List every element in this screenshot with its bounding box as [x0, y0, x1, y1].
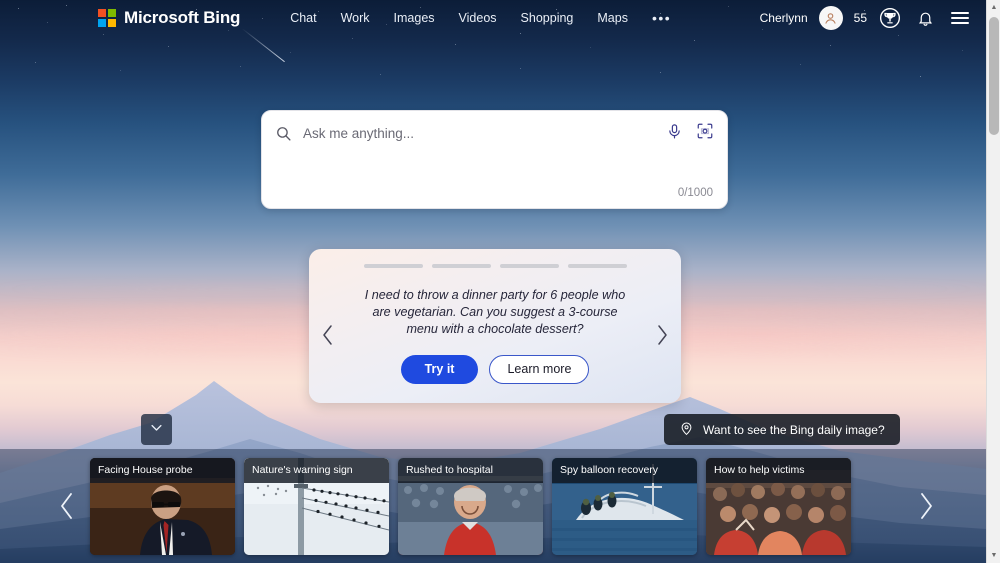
news-carousel: Facing House probe Nature's warning sign… [0, 449, 986, 563]
hamburger-icon[interactable] [948, 6, 972, 30]
news-card-title: How to help victims [706, 457, 851, 483]
suggestion-buttons: Try it Learn more [400, 354, 590, 384]
nav-item-shopping[interactable]: Shopping [521, 11, 574, 25]
suggestion-body: I need to throw a dinner party for 6 peo… [309, 268, 681, 404]
search-actions [666, 122, 714, 145]
microsoft-logo-icon [98, 9, 116, 27]
news-card[interactable]: Spy balloon recovery [552, 457, 697, 555]
news-card-title: Spy balloon recovery [552, 457, 697, 483]
suggestion-content: I need to throw a dinner party for 6 peo… [347, 287, 643, 384]
search-box[interactable]: 0/1000 [261, 110, 728, 209]
user-avatar-icon[interactable] [818, 6, 843, 30]
nav-item-videos[interactable]: Videos [459, 11, 497, 25]
rewards-points-count: 55 [853, 11, 867, 25]
nav-item-maps[interactable]: Maps [597, 11, 628, 25]
scroll-down-arrow-icon[interactable]: ▼ [987, 548, 1000, 563]
search-input-row [262, 111, 727, 145]
news-card-title: Rushed to hospital [398, 457, 543, 483]
character-counter: 0/1000 [677, 187, 713, 199]
location-pin-icon [679, 421, 694, 439]
scroll-up-arrow-icon[interactable]: ▲ [987, 0, 1000, 15]
try-it-button[interactable]: Try it [400, 354, 479, 384]
nav-more-icon[interactable]: ••• [652, 11, 671, 25]
header-right-cluster: Cherlynn 55 [760, 6, 972, 30]
chevron-right-icon[interactable] [643, 324, 681, 346]
bell-icon[interactable] [913, 6, 937, 30]
news-card-title: Nature's warning sign [244, 457, 389, 483]
search-input[interactable] [295, 126, 666, 141]
nav-item-chat[interactable]: Chat [290, 11, 316, 25]
brand-name: Microsoft Bing [124, 8, 241, 27]
microphone-icon[interactable] [666, 123, 683, 145]
primary-nav: Chat Work Images Videos Shopping Maps ••… [290, 11, 671, 25]
nav-item-images[interactable]: Images [394, 11, 435, 25]
suggestion-carousel-card: I need to throw a dinner party for 6 peo… [309, 249, 681, 403]
news-prev-button[interactable] [44, 491, 90, 521]
chevron-left-icon[interactable] [309, 324, 347, 346]
news-card[interactable]: Rushed to hospital [398, 457, 543, 555]
news-card[interactable]: Nature's warning sign [244, 457, 389, 555]
news-card[interactable]: How to help victims [706, 457, 851, 555]
visual-search-icon[interactable] [696, 122, 714, 145]
news-card-list: Facing House probe Nature's warning sign… [90, 457, 851, 555]
collapse-feed-button[interactable] [141, 414, 172, 445]
top-header: Microsoft Bing Chat Work Images Videos S… [0, 0, 986, 36]
news-card[interactable]: Facing House probe [90, 457, 235, 555]
user-name: Cherlynn [759, 11, 808, 25]
search-icon [275, 125, 295, 142]
news-card-title: Facing House probe [90, 457, 235, 483]
bing-daily-image-prompt[interactable]: Want to see the Bing daily image? [664, 414, 900, 445]
scrollbar-thumb[interactable] [989, 17, 999, 135]
nav-item-work[interactable]: Work [341, 11, 370, 25]
bing-brand-logo[interactable]: Microsoft Bing [98, 8, 240, 28]
news-next-button[interactable] [903, 491, 949, 521]
learn-more-button[interactable]: Learn more [489, 354, 590, 384]
page-scrollbar[interactable]: ▲ ▼ [986, 0, 1000, 563]
chevron-down-icon [149, 420, 164, 440]
suggestion-prompt-text: I need to throw a dinner party for 6 peo… [364, 287, 626, 336]
daily-image-label: Want to see the Bing daily image? [703, 422, 885, 437]
trophy-icon[interactable] [878, 6, 902, 30]
